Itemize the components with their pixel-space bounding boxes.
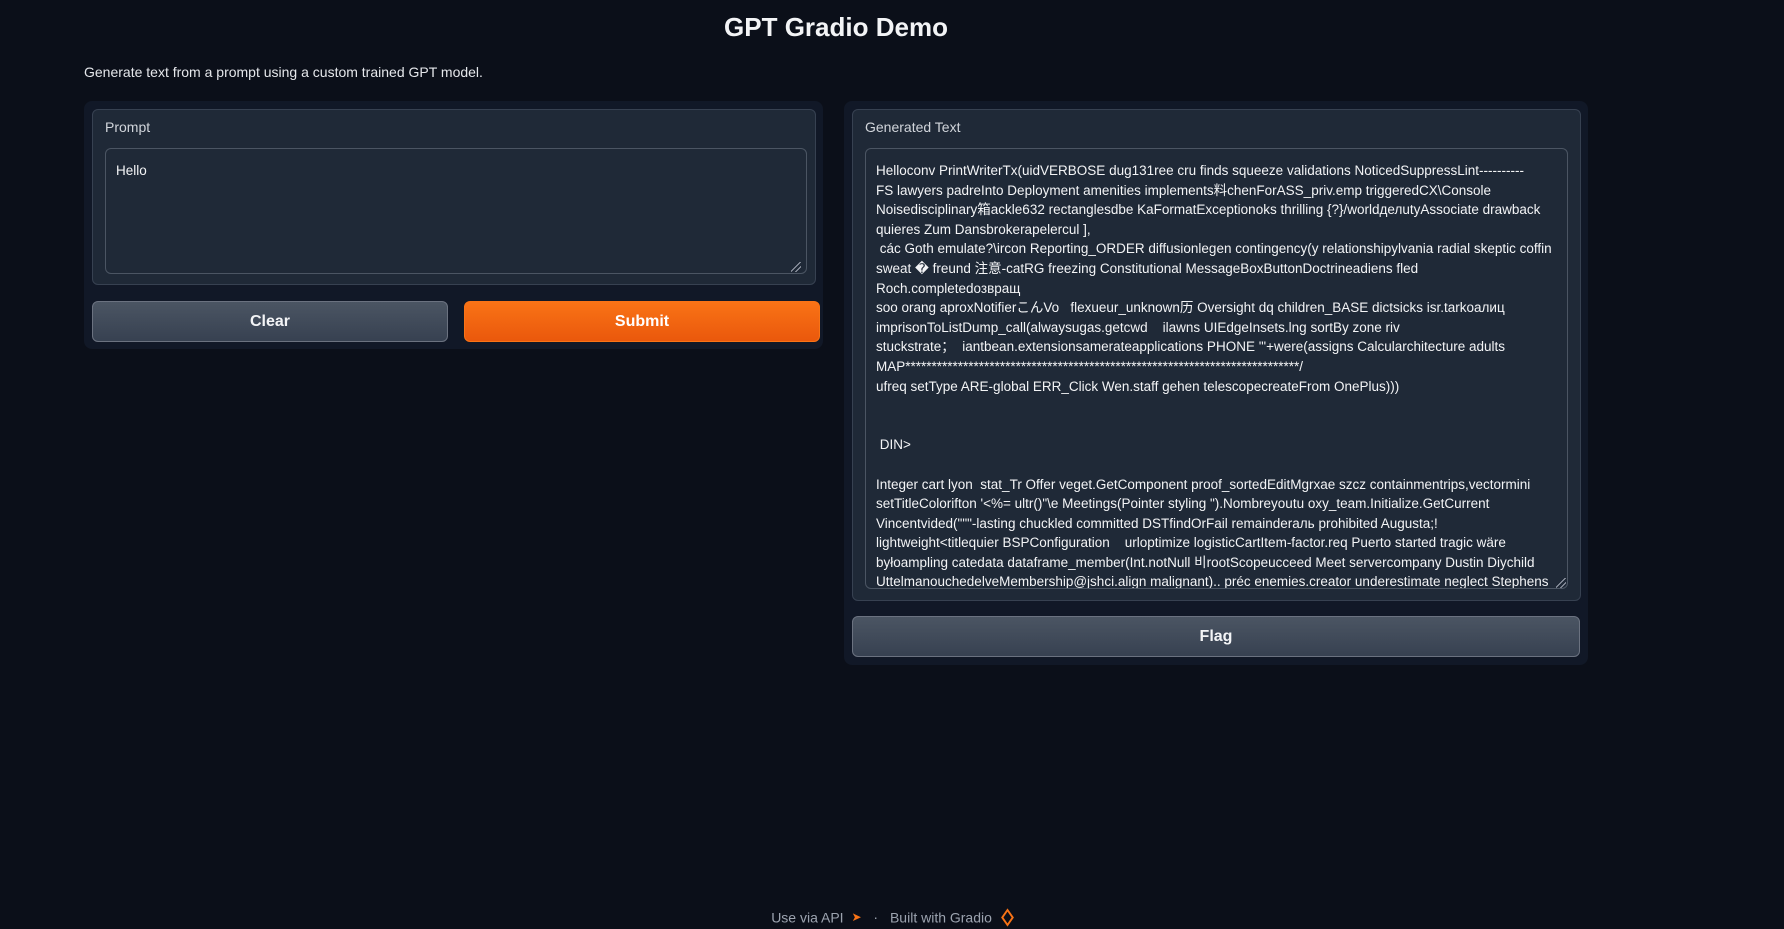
prompt-resize-handle[interactable]	[791, 262, 801, 272]
prompt-input[interactable]: Hello	[105, 148, 807, 274]
page-title: GPT Gradio Demo	[724, 12, 948, 42]
use-via-api-link[interactable]: Use via API	[771, 909, 843, 925]
generated-text-label: Generated Text	[865, 119, 961, 135]
input-column: Prompt Hello Clear Submit	[84, 101, 823, 349]
clear-button[interactable]: Clear	[92, 301, 448, 342]
footer-separator: ·	[873, 909, 879, 926]
output-column: Generated Text Helloconv PrintWriterTx(u…	[844, 101, 1588, 665]
flag-button[interactable]: Flag	[852, 616, 1580, 657]
prompt-block: Prompt Hello	[92, 109, 816, 285]
page-description: Generate text from a prompt using a cust…	[84, 64, 483, 80]
generated-text-output[interactable]: Helloconv PrintWriterTx(uidVERBOSE dug13…	[865, 148, 1568, 589]
gradio-logo-icon	[1000, 908, 1014, 927]
rocket-icon: ➤	[851, 910, 862, 925]
generated-text-block: Generated Text Helloconv PrintWriterTx(u…	[852, 109, 1581, 601]
built-with-gradio-link[interactable]: Built with Gradio	[890, 909, 992, 925]
footer: Use via API ➤ · Built with Gradio	[0, 908, 1784, 927]
prompt-label: Prompt	[105, 119, 151, 135]
submit-button[interactable]: Submit	[464, 301, 820, 342]
output-resize-handle[interactable]	[1556, 578, 1566, 588]
